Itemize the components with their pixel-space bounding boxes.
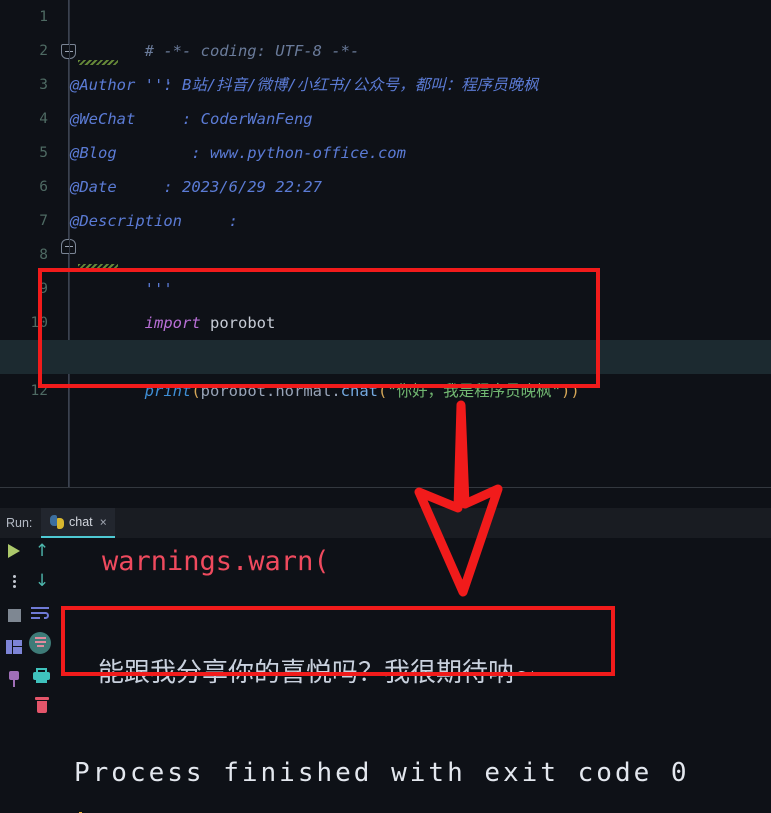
wechat-docline: @WeChat : CoderWanFeng xyxy=(70,110,313,128)
rerun-button[interactable] xyxy=(3,540,25,562)
code-line-11: print(porobot.normal.chat("你好，我是程序员晚枫")) xyxy=(0,340,771,400)
clear-all-button[interactable] xyxy=(31,694,53,716)
stop-button[interactable] xyxy=(3,604,25,626)
line-number-gutter: 1 2 3 4 5 6 7 8 9 10 11 12 xyxy=(0,0,56,488)
process-finished-line: Process finished with exit code 0 xyxy=(74,758,690,788)
line-number: 5 xyxy=(39,145,48,161)
run-tool-window: Run: chat × ↑ ↓ warnings.warn( 能跟我分享你的喜悦… xyxy=(0,488,771,813)
line-number: 4 xyxy=(39,111,48,127)
spellcheck-squiggle xyxy=(78,264,118,269)
pin-tab-button[interactable] xyxy=(3,668,25,690)
code-line-4: @WeChat : CoderWanFeng xyxy=(70,102,771,136)
code-line-1: # -*- coding: UTF-8 -*- xyxy=(70,0,771,60)
scroll-to-end-icon xyxy=(29,632,51,654)
scroll-to-end-button[interactable] xyxy=(29,632,51,654)
line-number: 12 xyxy=(30,383,48,399)
trash-icon xyxy=(35,697,49,713)
author-docline: @Author : B站/抖音/微博/小红书/公众号，都叫：程序员晚枫 xyxy=(70,76,539,94)
line-number: 10 xyxy=(30,315,48,331)
code-line-6: @Date : 2023/6/29 22:27 xyxy=(70,170,771,204)
code-line-5: @Blog : www.python-office.com xyxy=(70,136,771,170)
down-button[interactable]: ↓ xyxy=(31,570,53,592)
run-tab-label: chat xyxy=(69,515,93,529)
print-button[interactable] xyxy=(30,664,52,686)
code-line-3: @Author : B站/抖音/微博/小红书/公众号，都叫：程序员晚枫 xyxy=(70,68,771,102)
line-number: 7 xyxy=(39,213,48,229)
line-number: 8 xyxy=(39,247,48,263)
line-number: 2 xyxy=(39,43,48,59)
run-tab-bar: Run: chat × xyxy=(0,508,771,538)
soft-wrap-icon xyxy=(31,606,49,620)
console-output[interactable]: warnings.warn( 能跟我分享你的喜悦吗？我很期待呐~ Process… xyxy=(56,540,771,813)
close-icon[interactable]: × xyxy=(100,515,107,529)
stop-square-icon xyxy=(7,608,21,622)
layout-settings-button[interactable] xyxy=(3,636,25,658)
arrow-down-icon: ↓ xyxy=(34,570,50,591)
run-label: Run: xyxy=(6,516,33,530)
more-options-button[interactable] xyxy=(3,570,25,592)
line-number: 1 xyxy=(39,9,48,25)
line-number: 9 xyxy=(39,281,48,297)
code-line-2: ''' xyxy=(70,34,771,94)
spellcheck-squiggle xyxy=(78,60,118,65)
code-text-area[interactable]: # -*- coding: UTF-8 -*- ''' @Author : B站… xyxy=(0,0,771,488)
description-docline: @Description : xyxy=(70,212,238,230)
code-line-8: ''' xyxy=(70,238,771,298)
code-line-9: import porobot xyxy=(70,272,771,332)
warning-output-line: warnings.warn( xyxy=(102,546,330,577)
ide-window: 1 2 3 4 5 6 7 8 9 10 11 12 # -*- coding:… xyxy=(0,0,771,813)
date-docline: @Date : 2023/6/29 22:27 xyxy=(70,178,322,196)
vertical-dots-icon xyxy=(12,574,16,588)
pin-icon xyxy=(7,671,21,687)
play-icon xyxy=(8,544,20,558)
python-icon xyxy=(50,515,64,529)
up-button[interactable]: ↑ xyxy=(31,540,53,562)
line-number: 6 xyxy=(39,179,48,195)
arrow-up-icon: ↑ xyxy=(34,540,50,561)
code-editor[interactable]: 1 2 3 4 5 6 7 8 9 10 11 12 # -*- coding:… xyxy=(0,0,771,488)
run-toolbar: ↑ ↓ xyxy=(0,540,56,720)
chat-reply-output: 能跟我分享你的喜悦吗？我很期待呐~ xyxy=(98,658,536,688)
printer-icon xyxy=(32,667,50,683)
line-number: 3 xyxy=(39,77,48,93)
layout-icon xyxy=(6,640,22,654)
code-line-7: @Description : xyxy=(70,204,771,238)
soft-wrap-button[interactable] xyxy=(29,602,51,624)
run-tab-chat[interactable]: chat × xyxy=(41,508,115,538)
blog-docline: @Blog : www.python-office.com xyxy=(70,144,406,162)
